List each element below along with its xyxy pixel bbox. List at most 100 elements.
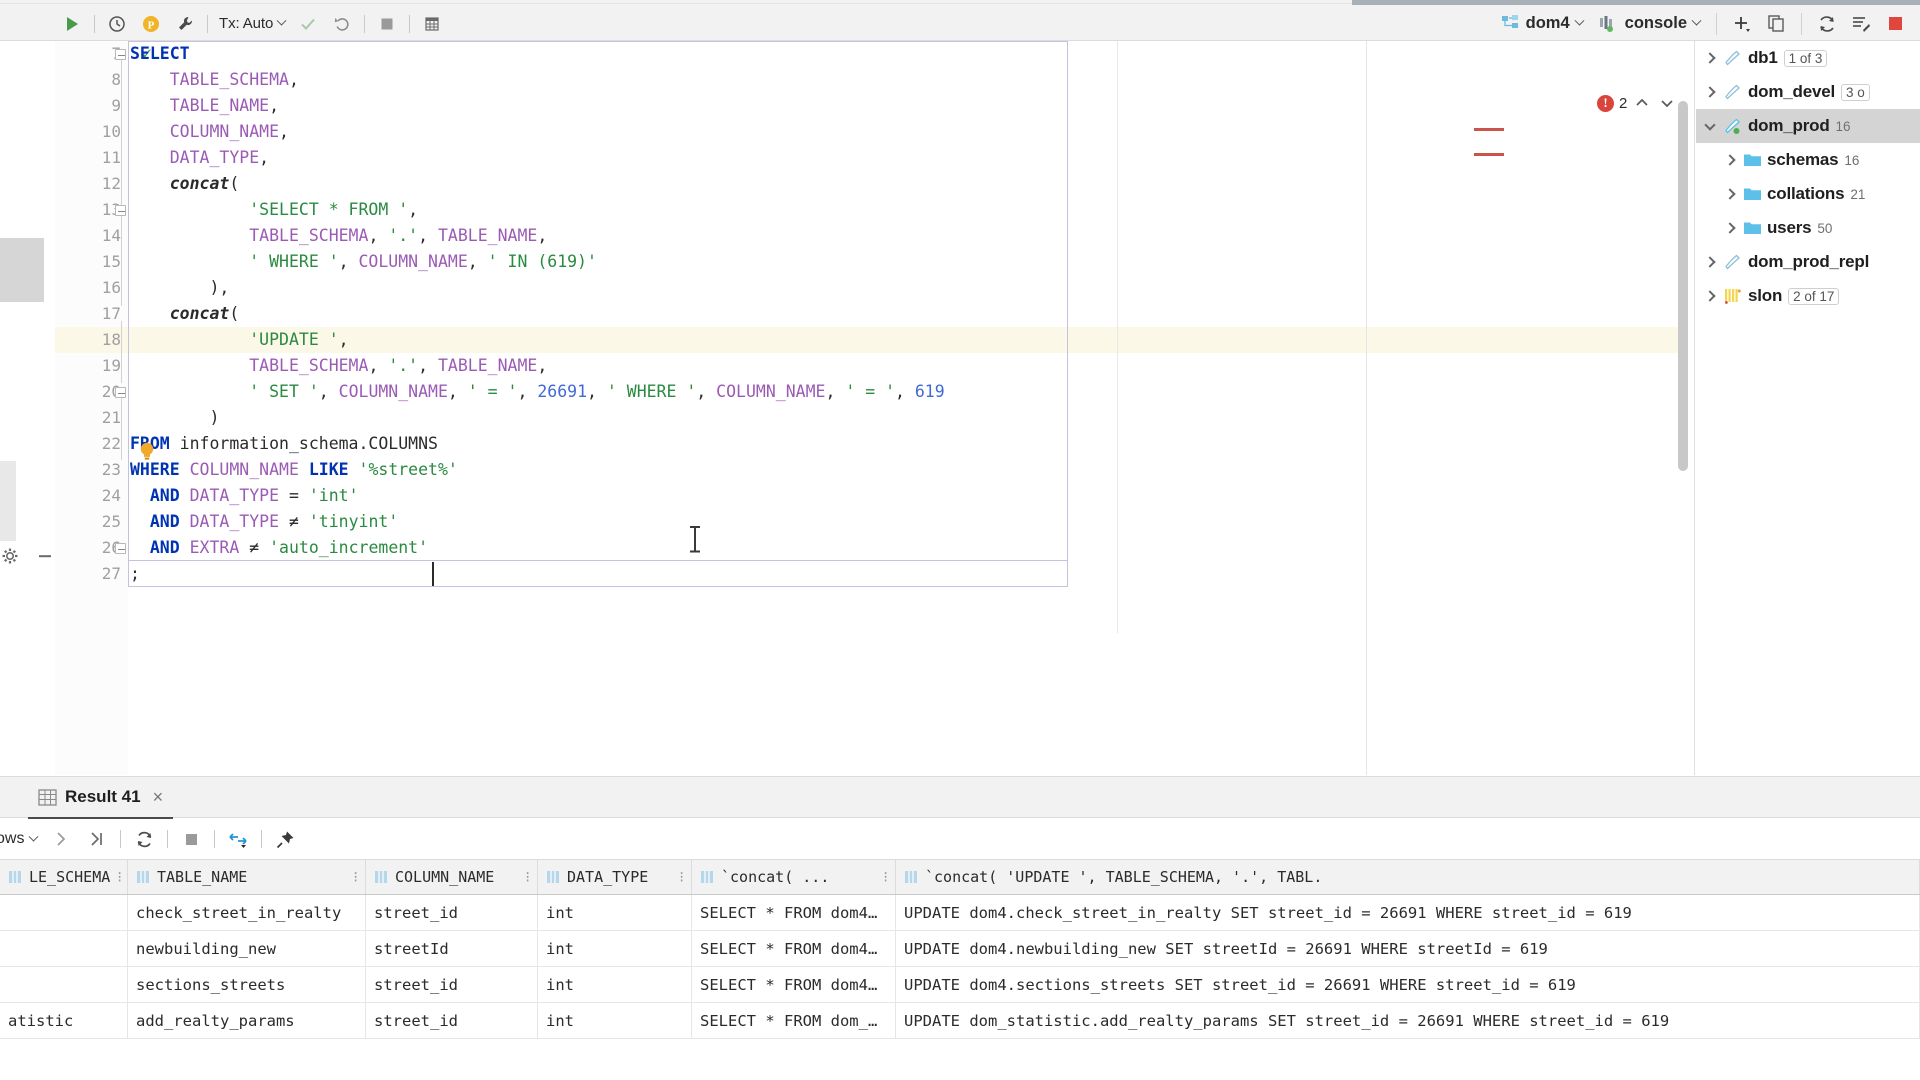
column-header[interactable]: LE_SCHEMA ⁝ [0,860,128,894]
sql-editor[interactable]: 7✓89101112131415161718192021222324252627… [0,41,1695,775]
table-cell[interactable]: street_id [366,967,538,1002]
reload-icon[interactable] [126,823,162,855]
fold-marker[interactable] [115,543,126,554]
code-line[interactable]: ; [128,561,1688,587]
table-cell[interactable]: UPDATE dom4.sections_streets SET street_… [896,967,1920,1002]
code-line[interactable]: FROM information_schema.COLUMNS [128,431,1688,457]
code-line[interactable]: AND EXTRA ≠ 'auto_increment' [128,535,1688,561]
table-cell[interactable]: SELECT * FROM dom4… [692,895,896,930]
table-cell[interactable]: add_realty_params [128,1003,366,1038]
results-grid[interactable]: LE_SCHEMA ⁝ TABLE_NAME ⁝ COLUMN_NAME ⁝ DATA_TY… [0,859,1920,1080]
sort-icon[interactable]: ⁝ [117,868,122,886]
sort-icon[interactable]: ⁝ [883,868,888,886]
table-cell[interactable] [0,967,128,1002]
fold-marker[interactable] [115,387,126,398]
code-line[interactable]: COLUMN_NAME, [128,119,1688,145]
table-cell[interactable]: atistic [0,1003,128,1038]
script-icon[interactable] [1844,9,1878,39]
tree-item-db1[interactable]: db1 1 of 3 [1696,41,1920,75]
gear-icon[interactable] [0,545,21,567]
editor-scrollbar-thumb[interactable] [1678,101,1688,471]
run-icon[interactable] [55,9,89,39]
table-row[interactable]: sections_streets street_id int SELECT * FRO… [0,967,1920,1003]
next-row-icon[interactable] [43,823,79,855]
table-cell[interactable]: sections_streets [128,967,366,1002]
wrench-icon[interactable] [168,9,202,39]
code-line[interactable]: TABLE_SCHEMA, [128,67,1688,93]
code-line[interactable]: SELECT [128,41,1688,67]
code-line[interactable]: ), [128,275,1688,301]
tree-item-schemas[interactable]: schemas 16 [1696,143,1920,177]
last-row-icon[interactable] [79,823,115,855]
chevron-right-icon[interactable] [1722,220,1738,236]
code-folding-gutter[interactable] [113,41,129,775]
code-line[interactable]: AND DATA_TYPE = 'int' [128,483,1688,509]
table-cell[interactable]: UPDATE dom_statistic.add_realty_params S… [896,1003,1920,1038]
chevron-right-icon[interactable] [1722,186,1738,202]
stop-red-icon[interactable] [1878,9,1912,39]
add-icon[interactable] [1725,9,1759,39]
prev-error-icon[interactable] [1632,93,1652,113]
tree-item-dom_devel[interactable]: dom_devel 3 o [1696,75,1920,109]
code-line[interactable]: ) [128,405,1688,431]
stop-icon[interactable] [370,9,404,39]
pin-icon[interactable] [267,823,303,855]
table-cell[interactable]: SELECT * FROM dom4… [692,931,896,966]
chevron-right-icon[interactable] [1702,288,1718,304]
column-header[interactable]: COLUMN_NAME ⁝ [366,860,538,894]
table-cell[interactable]: int [538,1003,692,1038]
code-line[interactable]: TABLE_SCHEMA, '.', TABLE_NAME, [128,353,1688,379]
copy-icon[interactable] [1759,9,1793,39]
database-explorer-panel[interactable]: db1 1 of 3 dom_devel 3 o dom_prod 16 schemas 16… [1696,41,1920,775]
rollback-icon[interactable] [325,9,359,39]
next-error-icon[interactable] [1657,93,1677,113]
table-cell[interactable]: SELECT * FROM dom_… [692,1003,896,1038]
column-header[interactable]: `concat( 'UPDATE ', TABLE_SCHEMA, '.', T… [896,860,1920,894]
refresh-icon[interactable] [1810,9,1844,39]
code-line[interactable]: 'UPDATE ', [128,327,1688,353]
table-cell[interactable]: UPDATE dom4.check_street_in_realty SET s… [896,895,1920,930]
intention-bulb-icon[interactable] [138,441,156,461]
chevron-down-icon[interactable] [1702,118,1718,134]
code-line[interactable]: 'SELECT * FROM ', [128,197,1688,223]
column-header[interactable]: TABLE_NAME ⁝ [128,860,366,894]
fold-marker[interactable] [115,49,126,60]
chevron-right-icon[interactable] [1722,152,1738,168]
table-row[interactable]: atistic add_realty_params street_id int SELE… [0,1003,1920,1039]
tx-mode-selector[interactable]: Tx: Auto [213,9,291,39]
code-line[interactable]: ' SET ', COLUMN_NAME, ' = ', 26691, ' WH… [128,379,1688,405]
code-line[interactable]: concat( [128,171,1688,197]
table-cell[interactable]: int [538,967,692,1002]
code-line[interactable]: concat( [128,301,1688,327]
sort-icon[interactable]: ⁝ [525,868,530,886]
code-line[interactable]: TABLE_SCHEMA, '.', TABLE_NAME, [128,223,1688,249]
table-cell[interactable]: UPDATE dom4.newbuilding_new SET streetId… [896,931,1920,966]
stop-icon[interactable] [173,823,209,855]
results-grid-body[interactable]: check_street_in_realty street_id int SELECT… [0,895,1920,1039]
table-icon[interactable] [415,9,449,39]
error-marker[interactable] [1474,153,1504,156]
table-row[interactable]: newbuilding_new streetId int SELECT * FROM … [0,931,1920,967]
console-selector[interactable]: console [1591,9,1708,39]
table-row[interactable]: check_street_in_realty street_id int SELECT… [0,895,1920,931]
tree-item-slon[interactable]: slon 2 of 17 [1696,279,1920,313]
table-cell[interactable]: int [538,931,692,966]
table-cell[interactable]: SELECT * FROM dom4… [692,967,896,1002]
tab-result-41[interactable]: Result 41 × [28,777,174,819]
tree-item-users[interactable]: users 50 [1696,211,1920,245]
code-line[interactable]: ' WHERE ', COLUMN_NAME, ' IN (619)' [128,249,1688,275]
schema-selector[interactable]: dom4 [1493,9,1591,39]
profile-icon[interactable]: P [134,9,168,39]
fold-marker[interactable] [115,205,126,216]
table-cell[interactable]: street_id [366,895,538,930]
error-count-badge[interactable]: ! 2 [1597,93,1677,113]
transpose-icon[interactable] [220,823,256,855]
table-cell[interactable] [0,931,128,966]
history-icon[interactable] [100,9,134,39]
column-header[interactable]: DATA_TYPE ⁝ [538,860,692,894]
close-icon[interactable]: × [149,787,164,808]
chevron-right-icon[interactable] [1702,254,1718,270]
table-cell[interactable]: streetId [366,931,538,966]
code-line[interactable]: WHERE COLUMN_NAME LIKE '%street%' [128,457,1688,483]
table-cell[interactable]: int [538,895,692,930]
